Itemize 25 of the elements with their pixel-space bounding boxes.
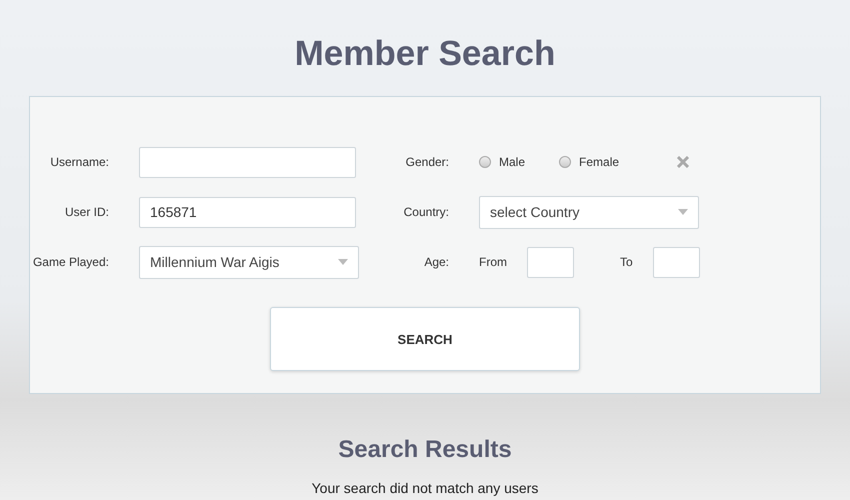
radio-button[interactable] — [479, 156, 491, 168]
page-title: Member Search — [294, 34, 556, 75]
field-label: User ID: — [64, 205, 110, 219]
user-id-input[interactable]: 165871 — [139, 196, 356, 228]
close-icon[interactable] — [677, 156, 690, 168]
game-select[interactable]: Millennium War Aigis — [139, 246, 359, 278]
results-title: Search Results — [338, 436, 512, 464]
radio-label: Female — [579, 155, 620, 169]
age-from-label: From — [479, 255, 507, 269]
age-to-label: To — [620, 255, 633, 269]
country-select[interactable]: select Country — [479, 196, 699, 228]
username-input[interactable] — [139, 146, 356, 178]
radio-label: Male — [499, 155, 526, 169]
field-label: Gender: — [404, 155, 450, 169]
field-label: Username: — [49, 155, 110, 169]
field-label: Game Played: — [32, 255, 110, 269]
age-to-input[interactable] — [652, 246, 700, 278]
age-from-input[interactable] — [527, 246, 574, 278]
no-results-message: Your search did not match any users — [312, 480, 538, 496]
dropdown-caret-icon — [678, 209, 688, 215]
field-label: Age: — [423, 255, 450, 269]
radio-button[interactable] — [559, 156, 572, 168]
dropdown-caret-icon — [338, 259, 348, 265]
field-label: Country: — [402, 205, 450, 219]
search-button[interactable]: SEARCH — [270, 307, 580, 371]
